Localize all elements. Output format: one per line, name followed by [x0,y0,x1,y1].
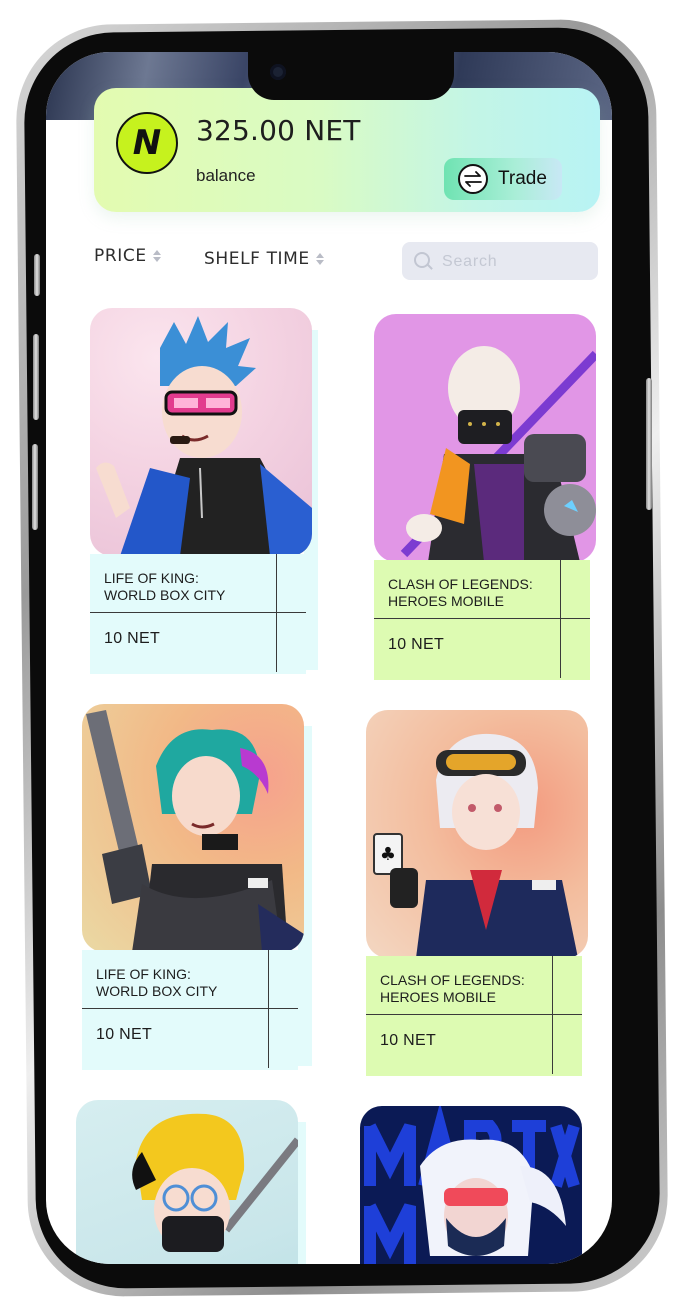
divider [90,612,306,613]
card-info: CLASH OF LEGENDS: HEROES MOBILE 10 NET [374,560,590,680]
card-info: CLASH OF LEGENDS: HEROES MOBILE 10 NET [366,956,582,1076]
card-artwork: ♣ [366,710,588,958]
nft-card[interactable]: LIFE OF KING: WORLD BOX CITY 10 NET [90,308,314,674]
card-artwork [374,314,596,562]
exchange-arrows-icon [458,164,488,194]
trade-button[interactable]: Trade [444,158,562,200]
phone-screen: N 325.00 NET balance Trade PRICE SHELF T… [46,52,612,1264]
side-button-volume-down [32,444,38,530]
divider [560,560,561,678]
divider [552,956,553,1074]
divider [268,950,269,1068]
search-box [402,242,598,280]
card-title: CLASH OF LEGENDS: HEROES MOBILE [380,972,525,1005]
card-price: 10 NET [96,1026,153,1043]
logo-letter: N [132,123,162,163]
sort-shelf-time-label: SHELF TIME [204,249,310,269]
character-illustration [96,316,312,556]
card-title: LIFE OF KING: WORLD BOX CITY [96,966,218,999]
front-camera-icon [270,64,286,80]
nft-card[interactable] [76,1100,300,1264]
divider [374,618,590,619]
search-icon [414,252,430,268]
divider [276,554,277,672]
net-logo: N [116,112,178,174]
character-illustration [400,346,596,562]
nft-card[interactable]: ♣ CLASH OF LEGENDS: HEROES MOBILE 10 NET [366,710,590,1076]
character-illustration: ♣ [373,733,578,958]
sort-arrows-icon [152,250,161,262]
svg-text:♣: ♣ [380,844,396,865]
balance-label: balance [196,166,256,185]
divider [366,1014,582,1015]
card-price: 10 NET [388,636,445,653]
character-illustration [364,1106,580,1264]
side-button-mute [34,254,40,296]
card-price: 10 NET [104,630,161,647]
side-button-power [646,378,652,510]
balance-card: N 325.00 NET balance Trade [94,88,600,212]
character-illustration [86,710,304,952]
sort-shelf-time[interactable]: SHELF TIME [204,249,324,269]
side-button-volume-up [33,334,39,420]
balance-amount: 325.00 NET [196,114,361,147]
character-illustration [132,1113,298,1252]
sort-price[interactable]: PRICE [94,246,161,266]
sort-arrows-icon [315,253,324,265]
divider [82,1008,298,1009]
nft-card[interactable]: LIFE OF KING: WORLD BOX CITY 10 NET [82,704,306,1070]
card-price: 10 NET [380,1032,437,1049]
card-title: LIFE OF KING: WORLD BOX CITY [104,570,226,603]
nft-card[interactable] [360,1106,584,1264]
trade-label: Trade [498,168,547,189]
notch [248,52,454,100]
card-artwork [82,704,304,952]
card-artwork [76,1100,298,1264]
nft-card[interactable]: CLASH OF LEGENDS: HEROES MOBILE 10 NET [374,314,598,680]
card-artwork [90,308,312,556]
search-input[interactable] [440,248,594,276]
sort-price-label: PRICE [94,246,147,266]
card-title: CLASH OF LEGENDS: HEROES MOBILE [388,576,533,609]
card-info: LIFE OF KING: WORLD BOX CITY 10 NET [82,950,298,1070]
card-artwork [360,1106,582,1264]
card-info: LIFE OF KING: WORLD BOX CITY 10 NET [90,554,306,674]
